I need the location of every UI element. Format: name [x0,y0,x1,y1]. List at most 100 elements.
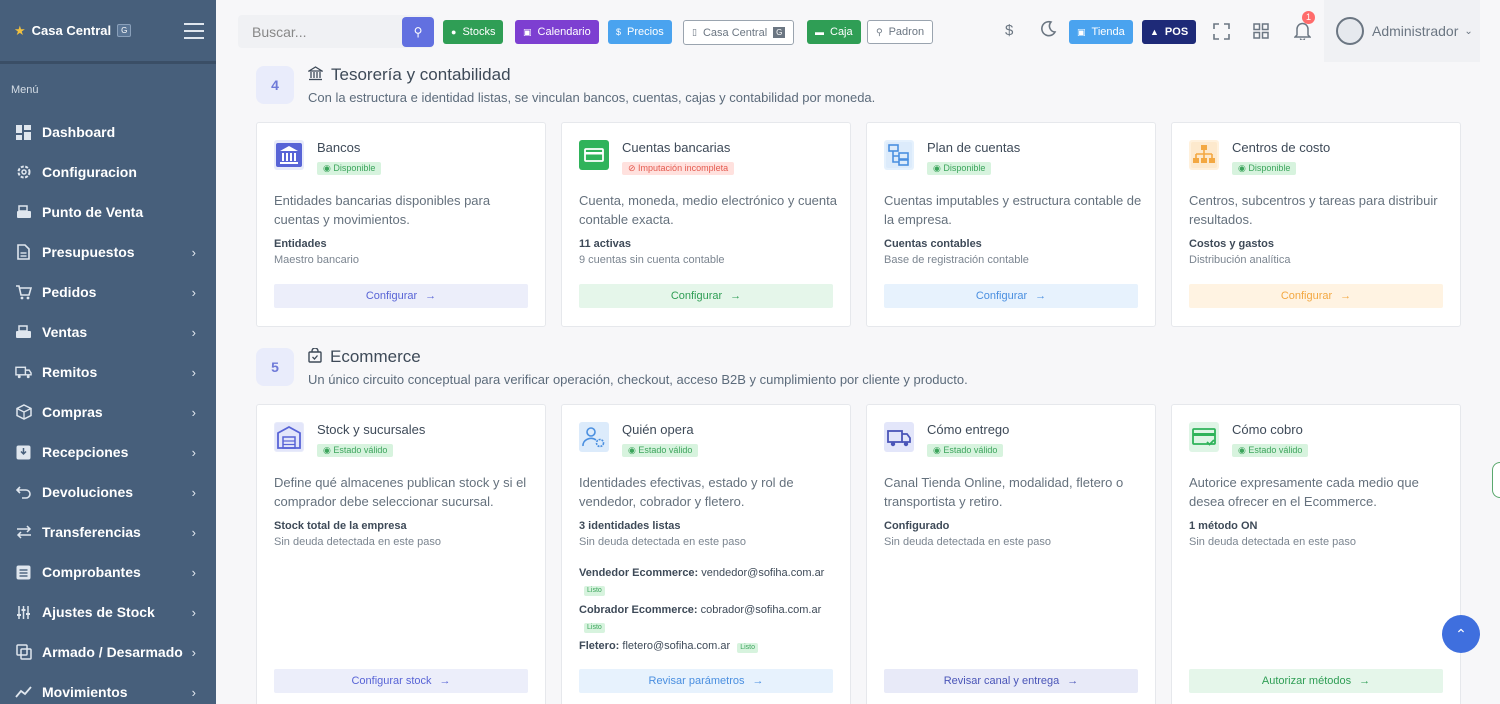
branch-button[interactable]: ▯ Casa Central G [683,20,795,45]
revisar-canal-button[interactable]: Revisar canal y entrega → [884,669,1138,693]
bank-icon [306,65,325,85]
sidebar-item-label: Punto de Venta [42,204,144,220]
sidebar-item-armado-desarmado[interactable]: Armado / Desarmado › [0,632,216,672]
chevron-right-icon: › [191,365,196,380]
chevron-right-icon: › [191,405,196,420]
card-plan-de-cuentas: Plan de cuentas ◉ Disponible Cuentas imp… [866,122,1156,327]
card-stat-detail: Base de registración contable [884,254,1029,266]
tienda-label: Tienda [1091,26,1125,38]
card-stat-detail: Distribución analítica [1189,254,1291,266]
sidebar-item-label: Ajustes de Stock [42,604,155,620]
calendario-button[interactable]: ▣ Calendario [515,20,599,44]
card-description: Define qué almacenes publican stock y si… [274,475,527,509]
chevron-right-icon: › [191,245,196,260]
status-badge: ◉ Disponible [1232,162,1297,175]
credit-card-check-icon [1189,422,1219,452]
configurar-button[interactable]: Configurar → [884,284,1138,308]
status-badge: ◉ Disponible [317,162,382,175]
side-widget-tab[interactable] [1492,462,1500,498]
sidebar-item-label: Recepciones [42,444,129,460]
sidebar-item-devoluciones[interactable]: Devoluciones › [0,472,216,512]
stocks-button[interactable]: ● Stocks [443,20,504,44]
org-chart-icon [1189,140,1219,170]
precios-button[interactable]: $ Precios [608,20,672,44]
configurar-button[interactable]: Configurar → [1189,284,1443,308]
sliders-icon [15,604,32,621]
card-title: Cómo cobro [1232,422,1303,437]
search-button[interactable]: ⚲ [402,17,434,47]
arrow-right-icon: → [1067,675,1079,687]
sidebar-item-comprobantes[interactable]: Comprobantes › [0,552,216,592]
fullscreen-icon[interactable] [1213,23,1230,45]
sidebar: ★ Casa Central G Menú Dashboard Configur… [0,0,216,704]
sidebar-item-configuracion[interactable]: Configuracion [0,152,216,192]
bell-icon[interactable] [1293,21,1312,45]
dashboard-icon [15,124,32,141]
sidebar-item-dashboard[interactable]: Dashboard [0,112,216,152]
pos-button[interactable]: ▲ POS [1142,20,1197,44]
sidebar-item-label: Comprobantes [42,564,141,580]
role-cobrador: Cobrador Ecommerce: cobrador@sofiha.com.… [579,604,822,616]
card-description: Centros, subcentros y tareas para distri… [1189,193,1438,227]
stocks-label: Stocks [462,26,496,38]
status-badge: ◉ Estado válido [927,444,1004,457]
bank-icon [274,140,304,170]
user-menu[interactable]: Administrador ⌄ [1324,0,1480,62]
padron-button[interactable]: ⚲ Padron [867,20,934,44]
card-stock-sucursales: Stock y sucursales ◉ Estado válido Defin… [256,404,546,704]
card-stat-detail: Maestro bancario [274,254,359,266]
role-fletero: Fletero: fletero@sofiha.com.ar Listo [579,640,759,653]
section-description: Con la estructura e identidad listas, se… [308,90,876,105]
sidebar-item-ventas[interactable]: Ventas › [0,312,216,352]
branch-name[interactable]: Casa Central [32,23,111,38]
sidebar-item-compras[interactable]: Compras › [0,392,216,432]
user-name: Administrador [1372,23,1459,39]
apps-grid-icon[interactable] [1253,23,1269,44]
chevron-up-icon: ⌃ [1455,625,1467,642]
card-bancos: Bancos ◉ Disponible Entidades bancarias … [256,122,546,327]
hamburger-menu-icon[interactable] [184,23,204,39]
notification-badge: 1 [1302,11,1316,24]
section-title-text: Tesorería y contabilidad [331,65,511,84]
sidebar-item-transferencias[interactable]: Transferencias › [0,512,216,552]
arrow-right-icon: → [730,290,742,302]
scroll-to-top-button[interactable]: ⌃ [1442,615,1480,653]
dollar-icon[interactable]: $ [1005,22,1013,39]
configurar-button[interactable]: Configurar → [579,284,833,308]
card-como-cobro: Cómo cobro ◉ Estado válido Autorice expr… [1171,404,1461,704]
card-stat-label: 11 activas [579,238,631,250]
card-title: Quién opera [622,422,694,437]
calendar-icon: ▣ [523,26,532,37]
arrow-right-icon: → [1035,290,1047,302]
padron-label: Padron [888,26,925,38]
arrow-right-icon: → [1340,290,1352,302]
autorizar-metodos-button[interactable]: Autorizar métodos → [1189,669,1443,693]
card-description: Entidades bancarias disponibles para cue… [274,193,491,227]
sidebar-item-movimientos[interactable]: Movimientos › [0,672,216,704]
revisar-parametros-button[interactable]: Revisar parámetros → [579,669,833,693]
pos-icon: ▲ [1150,27,1159,37]
pos-label: POS [1164,26,1189,38]
card-centros-de-costo: Centros de costo ◉ Disponible Centros, s… [1171,122,1461,327]
receipt-icon [15,564,32,581]
moon-icon[interactable] [1040,20,1057,42]
configurar-stock-button[interactable]: Configurar stock → [274,669,528,693]
sidebar-item-ajustes-de-stock[interactable]: Ajustes de Stock › [0,592,216,632]
sidebar-item-presupuestos[interactable]: Presupuestos › [0,232,216,272]
store-icon: ▣ [1077,26,1086,37]
sidebar-item-label: Dashboard [42,124,116,140]
section-title: Ecommerce [308,346,421,367]
chevron-right-icon: › [191,605,196,620]
chevron-right-icon: › [191,485,196,500]
sidebar-item-recepciones[interactable]: Recepciones › [0,432,216,472]
user-search-icon: ⚲ [876,26,883,37]
section-title-text: Ecommerce [330,347,421,366]
tienda-button[interactable]: ▣ Tienda [1069,20,1133,44]
chevron-right-icon: › [191,565,196,580]
configurar-button[interactable]: Configurar → [274,284,528,308]
caja-button[interactable]: ▬ Caja [807,20,861,44]
ready-badge: Listo [584,586,605,596]
sidebar-item-pedidos[interactable]: Pedidos › [0,272,216,312]
sidebar-item-remitos[interactable]: Remitos › [0,352,216,392]
sidebar-item-punto-de-venta[interactable]: Punto de Venta [0,192,216,232]
